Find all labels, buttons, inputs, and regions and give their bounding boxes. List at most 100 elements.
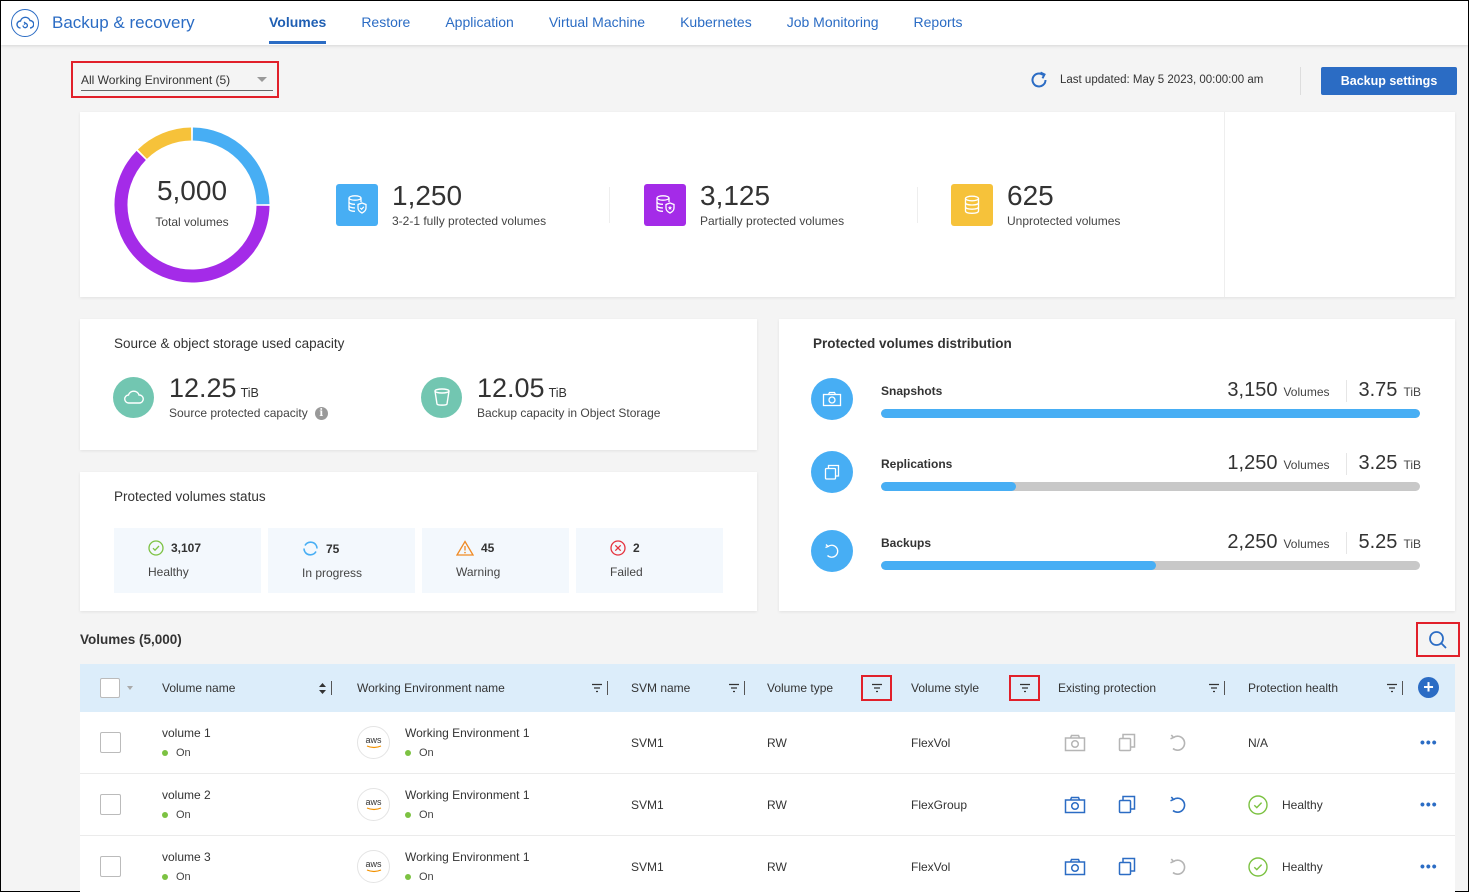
- filter-icon: [1386, 683, 1398, 693]
- tab-kubernetes[interactable]: Kubernetes: [680, 1, 752, 45]
- figure-divider: [1345, 379, 1347, 402]
- table-row[interactable]: volume 1 On aws Working Environment 1 On…: [80, 712, 1455, 774]
- column-label: SVM name: [631, 681, 691, 695]
- stat-fully-protected[interactable]: 1,250 3-2-1 fully protected volumes: [336, 182, 546, 228]
- column-filter-svm-name[interactable]: [728, 664, 745, 712]
- column-header-volume-type[interactable]: Volume type: [767, 664, 833, 712]
- replications-progress-fill: [881, 482, 1016, 491]
- snapshot-icon[interactable]: [1064, 796, 1086, 814]
- backup-object-storage-capacity: 12.05 TiB Backup capacity in Object Stora…: [421, 374, 660, 420]
- refresh-icon[interactable]: [1028, 69, 1050, 91]
- row-checkbox[interactable]: [100, 856, 121, 877]
- tab-job-monitoring[interactable]: Job Monitoring: [787, 1, 879, 45]
- backup-icon[interactable]: [1168, 857, 1188, 877]
- info-icon[interactable]: i: [314, 406, 328, 420]
- replications-label: Replications: [881, 457, 953, 471]
- status-tile-healthy[interactable]: 3,107 Healthy: [114, 528, 261, 593]
- replications-volumes-unit: Volumes: [1283, 458, 1330, 472]
- table-row[interactable]: volume 3 On aws Working Environment 1 On…: [80, 836, 1455, 892]
- more-actions-icon[interactable]: •••: [1420, 734, 1438, 750]
- status-title: Protected volumes status: [114, 489, 266, 504]
- more-actions-icon[interactable]: •••: [1420, 796, 1438, 812]
- table-row[interactable]: volume 2 On aws Working Environment 1 On…: [80, 774, 1455, 836]
- source-capacity-value: 12.25: [169, 373, 237, 403]
- toolbar-divider: [1300, 67, 1301, 95]
- column-sort-volume-name[interactable]: [318, 664, 332, 712]
- column-resizer[interactable]: [744, 681, 745, 695]
- replication-icon[interactable]: [1118, 733, 1136, 752]
- column-filter-working-environment[interactable]: [591, 664, 608, 712]
- existing-protection: [1064, 836, 1220, 892]
- status-tile-failed[interactable]: 2 Failed: [576, 528, 723, 593]
- capacity-title: Source & object storage used capacity: [114, 336, 345, 351]
- more-actions-icon[interactable]: •••: [1420, 858, 1438, 874]
- status-tile-warning[interactable]: 45 Warning: [422, 528, 569, 593]
- tab-application[interactable]: Application: [445, 1, 514, 45]
- backup-settings-button[interactable]: Backup settings: [1321, 67, 1457, 95]
- select-all-checkbox[interactable]: [100, 678, 120, 698]
- warning-count: 45: [481, 541, 495, 555]
- volumes-table: Volume name Working Environment name SVM…: [80, 664, 1455, 892]
- column-header-protection-health[interactable]: Protection health: [1248, 664, 1338, 712]
- working-environment-name[interactable]: Working Environment 1: [405, 850, 530, 864]
- provider-label: aws: [365, 735, 382, 745]
- source-protected-capacity: 12.25 TiB Source protected capacity i: [113, 374, 328, 420]
- status-tile-in-progress[interactable]: 75 In progress: [268, 528, 415, 593]
- column-resizer[interactable]: [607, 681, 608, 695]
- working-environment-name[interactable]: Working Environment 1: [405, 726, 530, 740]
- replication-icon[interactable]: [1118, 857, 1136, 876]
- row-checkbox[interactable]: [100, 732, 121, 753]
- column-filter-protection-health[interactable]: [1386, 664, 1403, 712]
- column-resizer[interactable]: [1402, 681, 1403, 695]
- column-resizer[interactable]: [1224, 681, 1225, 695]
- capacity-card: Source & object storage used capacity 12…: [80, 319, 757, 450]
- tab-virtual-machine[interactable]: Virtual Machine: [549, 1, 645, 45]
- stat-unprotected[interactable]: 625 Unprotected volumes: [951, 182, 1120, 228]
- snapshot-icon[interactable]: [1064, 734, 1086, 752]
- volume-style: FlexVol: [911, 859, 951, 874]
- tab-volumes[interactable]: Volumes: [269, 1, 327, 45]
- column-header-svm-name[interactable]: SVM name: [631, 664, 690, 712]
- distribution-title: Protected volumes distribution: [813, 336, 1012, 351]
- column-header-volume-style[interactable]: Volume style: [911, 664, 979, 712]
- backups-label: Backups: [881, 536, 932, 550]
- replication-icon[interactable]: [1118, 795, 1136, 814]
- column-header-volume-name[interactable]: Volume name: [162, 664, 235, 712]
- volumes-summary-card: 5,000 Total volumes 1,250 3-2-1 fully pr…: [80, 112, 1455, 297]
- volume-name[interactable]: volume 3: [162, 850, 211, 864]
- provider-label: aws: [365, 797, 382, 807]
- column-label: Protection health: [1248, 681, 1339, 695]
- protection-health: N/A: [1248, 712, 1268, 773]
- working-environment-name[interactable]: Working Environment 1: [405, 788, 530, 802]
- column-filter-volume-type[interactable]: [861, 675, 892, 701]
- brand[interactable]: Backup & recovery: [11, 9, 195, 37]
- add-column-button[interactable]: +: [1418, 677, 1439, 698]
- column-resizer[interactable]: [331, 681, 332, 695]
- working-environment-state: On: [419, 747, 434, 759]
- provider-label: aws: [365, 859, 382, 869]
- row-checkbox[interactable]: [100, 794, 121, 815]
- stat-partially-protected[interactable]: 3,125 Partially protected volumes: [644, 182, 844, 228]
- tab-restore[interactable]: Restore: [361, 1, 410, 45]
- snapshots-volumes-unit: Volumes: [1283, 385, 1330, 399]
- column-header-working-environment[interactable]: Working Environment name: [357, 664, 505, 712]
- column-label: Working Environment name: [357, 681, 505, 695]
- snapshot-icon[interactable]: [1064, 858, 1086, 876]
- snapshots-label: Snapshots: [881, 384, 943, 398]
- working-environment-select[interactable]: All Working Environment (5): [81, 69, 273, 91]
- status-dot-icon: [162, 750, 168, 756]
- select-options-caret-icon[interactable]: [127, 686, 133, 690]
- backup-icon[interactable]: [1168, 795, 1188, 815]
- volume-name[interactable]: volume 2: [162, 788, 211, 802]
- column-header-existing-protection[interactable]: Existing protection: [1058, 664, 1156, 712]
- backup-icon[interactable]: [1168, 733, 1188, 753]
- aws-logo-icon: aws: [357, 726, 390, 759]
- working-environment-select-value: All Working Environment (5): [81, 72, 231, 87]
- source-capacity-label: Source protected capacity: [169, 406, 308, 420]
- healthy-count: 3,107: [171, 541, 202, 555]
- column-filter-volume-style[interactable]: [1009, 675, 1040, 701]
- search-button[interactable]: [1416, 622, 1460, 657]
- column-filter-existing-protection[interactable]: [1208, 664, 1225, 712]
- tab-reports[interactable]: Reports: [914, 1, 963, 45]
- volume-name[interactable]: volume 1: [162, 726, 211, 740]
